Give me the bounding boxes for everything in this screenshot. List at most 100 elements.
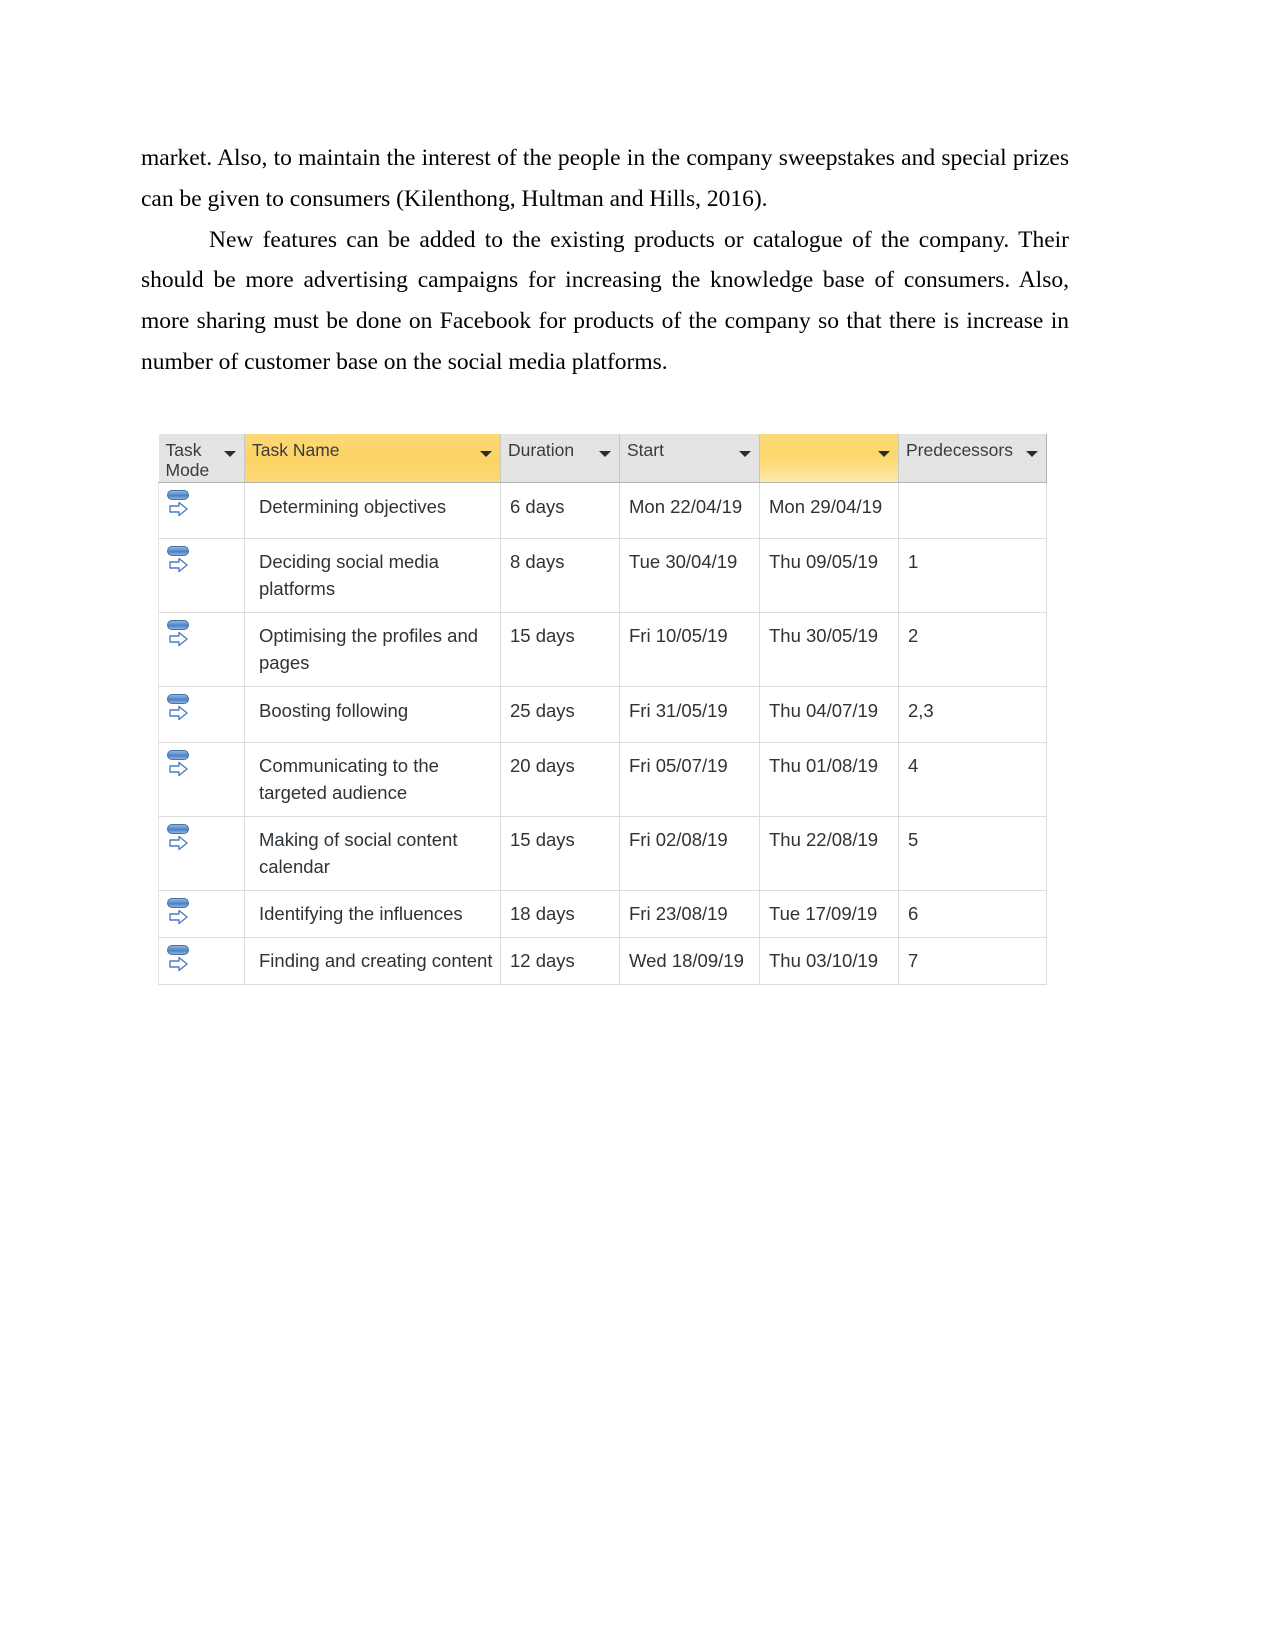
- cell-task-name[interactable]: Identifying the influences: [244, 890, 501, 938]
- cell-finish[interactable]: Thu 04/07/19: [759, 686, 899, 743]
- auto-scheduled-icon: [166, 620, 196, 650]
- cell-predecessors[interactable]: 7: [898, 937, 1047, 985]
- cell-finish[interactable]: Thu 01/08/19: [759, 742, 899, 817]
- cell-task-name[interactable]: Communicating to the targeted audience: [244, 742, 501, 817]
- paragraph-2: New features can be added to the existin…: [141, 226, 1069, 375]
- cell-duration[interactable]: 6 days: [500, 482, 620, 539]
- cell-task-name[interactable]: Optimising the profiles and pages: [244, 612, 501, 687]
- cell-start[interactable]: Fri 23/08/19: [619, 890, 760, 938]
- document-body-text: market. Also, to maintain the interest o…: [141, 138, 1069, 383]
- cell-task-name[interactable]: Determining objectives: [244, 482, 501, 539]
- cell-task-name[interactable]: Boosting following: [244, 686, 501, 743]
- column-header-duration[interactable]: Duration: [500, 434, 620, 483]
- finish-text: Thu 30/05/19: [769, 625, 879, 646]
- auto-scheduled-arrow-icon: [169, 909, 188, 925]
- cell-predecessors[interactable]: 2,3: [898, 686, 1047, 743]
- predecessors-text: [899, 483, 1046, 511]
- cell-duration[interactable]: 18 days: [500, 890, 620, 938]
- cell-task-mode[interactable]: [158, 937, 245, 985]
- auto-scheduled-icon: [166, 694, 196, 724]
- cell-task-mode[interactable]: [158, 890, 245, 938]
- table-row[interactable]: Finding and creating content 12 days Wed…: [158, 937, 1047, 985]
- cell-duration[interactable]: 12 days: [500, 937, 620, 985]
- column-header-task-mode[interactable]: Task Mode: [158, 434, 245, 483]
- auto-scheduled-bar-icon: [167, 546, 189, 556]
- auto-scheduled-bar-icon: [167, 945, 189, 955]
- task-name-text: Identifying the influences: [259, 903, 463, 924]
- column-header-task-mode-label: Task Mode: [165, 440, 210, 480]
- finish-text: Tue 17/09/19: [769, 903, 878, 924]
- cell-task-name[interactable]: Making of social content calendar: [244, 816, 501, 891]
- column-header-start[interactable]: Start: [619, 434, 760, 483]
- predecessors-text: 4: [908, 755, 919, 776]
- cell-task-name[interactable]: Finding and creating content: [244, 937, 501, 985]
- cell-task-mode[interactable]: [158, 742, 245, 817]
- column-header-finish[interactable]: [759, 434, 899, 483]
- filter-dropdown-icon-task-name[interactable]: [480, 451, 492, 457]
- table-row[interactable]: Identifying the influences 18 days Fri 2…: [158, 890, 1047, 938]
- cell-finish[interactable]: Thu 03/10/19: [759, 937, 899, 985]
- cell-start[interactable]: Mon 22/04/19: [619, 482, 760, 539]
- cell-start[interactable]: Wed 18/09/19: [619, 937, 760, 985]
- predecessors-text: 2: [908, 625, 919, 646]
- cell-start[interactable]: Fri 31/05/19: [619, 686, 760, 743]
- cell-predecessors[interactable]: 4: [898, 742, 1047, 817]
- filter-dropdown-icon-task-mode[interactable]: [224, 451, 236, 457]
- table-row[interactable]: Determining objectives 6 days Mon 22/04/…: [158, 482, 1047, 539]
- task-name-text: Communicating to the targeted audience: [259, 755, 439, 803]
- start-text: Fri 02/08/19: [629, 829, 728, 850]
- table-body: Determining objectives 6 days Mon 22/04/…: [158, 482, 1047, 985]
- table-row[interactable]: Communicating to the targeted audience 2…: [158, 742, 1047, 817]
- auto-scheduled-arrow-icon: [169, 705, 188, 721]
- table-row[interactable]: Making of social content calendar 15 day…: [158, 816, 1047, 891]
- cell-duration[interactable]: 8 days: [500, 538, 620, 613]
- cell-task-mode[interactable]: [158, 538, 245, 613]
- filter-dropdown-icon-finish[interactable]: [878, 451, 890, 457]
- cell-start[interactable]: Fri 10/05/19: [619, 612, 760, 687]
- auto-scheduled-icon: [166, 945, 196, 975]
- start-text: Fri 23/08/19: [629, 903, 728, 924]
- duration-text: 15 days: [510, 625, 575, 646]
- task-name-text: Finding and creating content: [259, 950, 493, 971]
- table-row[interactable]: Optimising the profiles and pages 15 day…: [158, 612, 1047, 687]
- duration-text: 6 days: [510, 496, 565, 517]
- auto-scheduled-bar-icon: [167, 620, 189, 630]
- predecessors-text: 2,3: [908, 700, 934, 721]
- cell-duration[interactable]: 25 days: [500, 686, 620, 743]
- task-name-text: Deciding social media platforms: [259, 551, 439, 599]
- cell-finish[interactable]: Tue 17/09/19: [759, 890, 899, 938]
- auto-scheduled-icon: [166, 824, 196, 854]
- cell-finish[interactable]: Thu 22/08/19: [759, 816, 899, 891]
- filter-dropdown-icon-start[interactable]: [739, 451, 751, 457]
- cell-finish[interactable]: Thu 09/05/19: [759, 538, 899, 613]
- column-header-predecessors[interactable]: Predecessors: [898, 434, 1047, 483]
- start-text: Mon 22/04/19: [629, 496, 743, 517]
- cell-task-mode[interactable]: [158, 612, 245, 687]
- auto-scheduled-icon: [166, 898, 196, 928]
- auto-scheduled-icon: [166, 750, 196, 780]
- column-header-task-name[interactable]: Task Name: [244, 434, 501, 483]
- cell-predecessors[interactable]: 5: [898, 816, 1047, 891]
- cell-task-name[interactable]: Deciding social media platforms: [244, 538, 501, 613]
- cell-start[interactable]: Fri 05/07/19: [619, 742, 760, 817]
- cell-finish[interactable]: Thu 30/05/19: [759, 612, 899, 687]
- cell-predecessors[interactable]: 6: [898, 890, 1047, 938]
- cell-duration[interactable]: 15 days: [500, 612, 620, 687]
- table-row[interactable]: Deciding social media platforms 8 days T…: [158, 538, 1047, 613]
- cell-predecessors[interactable]: [898, 482, 1047, 539]
- task-name-text: Optimising the profiles and pages: [259, 625, 479, 673]
- cell-start[interactable]: Tue 30/04/19: [619, 538, 760, 613]
- cell-task-mode[interactable]: [158, 482, 245, 539]
- filter-dropdown-icon-duration[interactable]: [599, 451, 611, 457]
- cell-predecessors[interactable]: 2: [898, 612, 1047, 687]
- cell-predecessors[interactable]: 1: [898, 538, 1047, 613]
- cell-start[interactable]: Fri 02/08/19: [619, 816, 760, 891]
- finish-text: Thu 01/08/19: [769, 755, 879, 776]
- cell-task-mode[interactable]: [158, 816, 245, 891]
- cell-task-mode[interactable]: [158, 686, 245, 743]
- table-row[interactable]: Boosting following 25 days Fri 31/05/19 …: [158, 686, 1047, 743]
- cell-duration[interactable]: 20 days: [500, 742, 620, 817]
- cell-finish[interactable]: Mon 29/04/19: [759, 482, 899, 539]
- filter-dropdown-icon-predecessors[interactable]: [1026, 451, 1038, 457]
- cell-duration[interactable]: 15 days: [500, 816, 620, 891]
